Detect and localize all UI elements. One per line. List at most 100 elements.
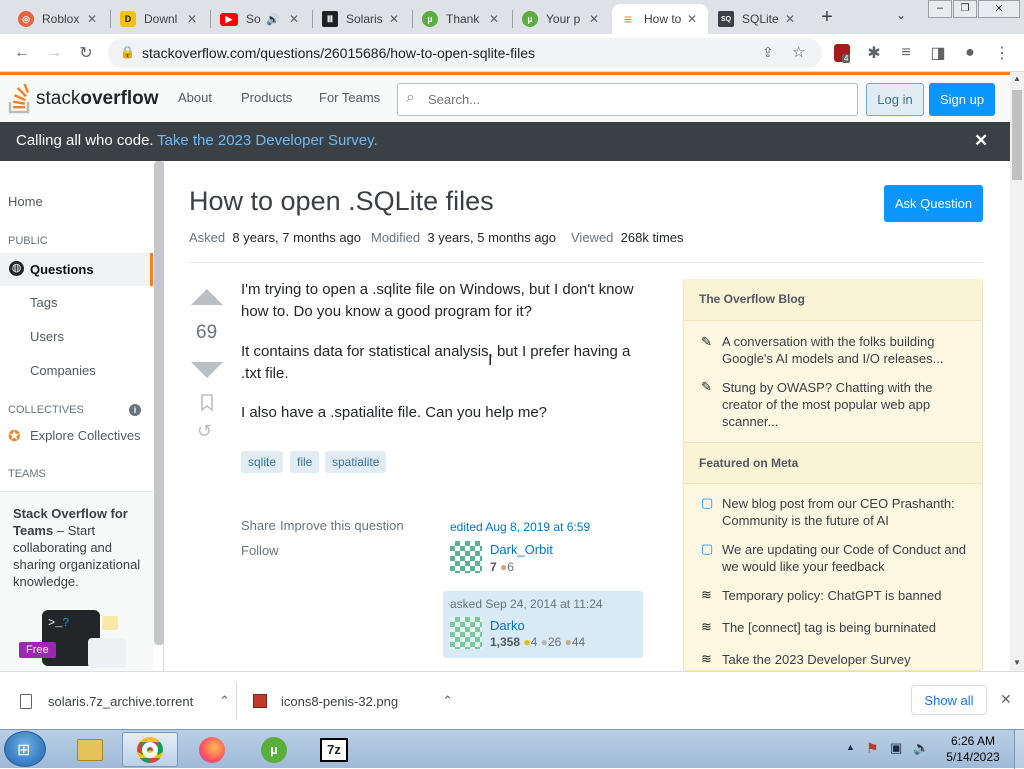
signup-button[interactable]: Sign up (929, 83, 995, 116)
follow-link[interactable]: Follow (241, 543, 279, 558)
question-title[interactable]: How to open .SQLite files (189, 186, 494, 217)
tab-search-icon[interactable]: ⌄ (896, 8, 906, 22)
extensions-puzzle-icon[interactable]: ✱ (862, 41, 886, 65)
share-link[interactable]: Share (241, 518, 276, 533)
close-tab-icon[interactable]: ✕ (184, 12, 200, 26)
taskbar-firefox[interactable] (184, 732, 240, 767)
show-all-button[interactable]: Show all (911, 685, 987, 715)
system-clock[interactable]: 6:26 AM 5/14/2023 (936, 733, 1010, 765)
close-tab-icon[interactable]: ✕ (84, 12, 100, 26)
taskbar-7zip[interactable]: 7z (306, 732, 362, 767)
new-tab-button[interactable]: + (816, 6, 838, 28)
close-banner-icon[interactable]: ✕ (974, 131, 988, 151)
page-scrollbar[interactable]: ▲ ▼ (1010, 72, 1024, 671)
sidebar-item-users[interactable]: Users (30, 329, 64, 344)
reload-icon[interactable]: ↻ (74, 41, 98, 65)
chevron-up-icon[interactable]: ⌃ (219, 693, 230, 709)
tab-thank[interactable]: µ Thank ✕ (414, 4, 510, 34)
side-panel-icon[interactable]: ◨ (926, 41, 950, 65)
download-item[interactable]: icons8-penis-32.png ⌃ (253, 672, 453, 730)
sidebar-item-companies[interactable]: Companies (30, 363, 96, 378)
taskbar-chrome[interactable] (122, 732, 178, 767)
meta-item[interactable]: We are updating our Code of Conduct and … (722, 541, 967, 575)
meta-item[interactable]: New blog post from our CEO Prashanth: Co… (722, 495, 967, 529)
share-icon[interactable]: ⇪ (762, 44, 774, 61)
close-window-button[interactable]: ✕ (978, 0, 1020, 18)
bookmark-star-icon[interactable]: ☆ (792, 43, 805, 61)
scroll-up-icon[interactable]: ▲ (1013, 74, 1021, 83)
volume-icon[interactable]: 🔈 (913, 740, 929, 756)
close-tab-icon[interactable]: ✕ (486, 12, 502, 26)
profile-avatar-icon[interactable]: ● (958, 41, 982, 65)
tab-how-to[interactable]: ≡ How to ✕ (612, 4, 708, 34)
forward-icon[interactable]: → (42, 41, 66, 65)
meta-item[interactable]: The [connect] tag is being burninated (722, 619, 967, 636)
sidebar-item-home[interactable]: Home (8, 194, 43, 209)
address-bar[interactable]: 🔒 stackoverflow.com/questions/26015686/h… (108, 38, 822, 68)
tab-sqlite[interactable]: SQ SQLite ✕ (710, 4, 806, 34)
nav-about[interactable]: About (178, 90, 212, 105)
bookmark-icon[interactable] (200, 394, 214, 412)
banner-survey-link[interactable]: Take the 2023 Developer Survey. (157, 132, 378, 149)
ublock-extension-icon[interactable]: 4 (834, 44, 851, 63)
so-logo[interactable]: stack overflow (8, 83, 158, 115)
nav-products[interactable]: Products (241, 90, 292, 105)
ask-question-button[interactable]: Ask Question (884, 185, 983, 222)
login-button[interactable]: Log in (866, 83, 924, 116)
speaker-icon[interactable]: 🔊 (266, 13, 280, 26)
tab-download[interactable]: D Downl ✕ (112, 4, 208, 34)
close-tab-icon[interactable]: ✕ (684, 12, 700, 26)
close-tab-icon[interactable]: ✕ (586, 12, 602, 26)
close-tab-icon[interactable]: ✕ (286, 12, 302, 26)
minimize-button[interactable]: – (928, 0, 952, 18)
sidebar-item-explore-collectives[interactable]: Explore Collectives (30, 428, 141, 443)
taskbar-utorrent[interactable]: µ (246, 732, 302, 767)
info-icon[interactable]: i (129, 404, 141, 416)
taskbar-explorer[interactable] (62, 732, 118, 767)
meta-item[interactable]: Temporary policy: ChatGPT is banned (722, 587, 967, 604)
tab-roblox[interactable]: ◎ Roblox ✕ (10, 4, 108, 34)
sidebar-scrollbar[interactable] (154, 161, 164, 645)
tab-your[interactable]: µ Your p ✕ (514, 4, 610, 34)
blog-item[interactable]: A conversation with the folks building G… (722, 333, 967, 367)
asker-avatar[interactable] (450, 617, 482, 649)
close-tab-icon[interactable]: ✕ (782, 12, 798, 26)
action-center-flag-icon[interactable]: ⚑ (866, 740, 879, 757)
blog-item[interactable]: Stung by OWASP? Chatting with the creato… (722, 379, 967, 430)
tag-spatialite[interactable]: spatialite (325, 451, 387, 473)
meta-item[interactable]: Take the 2023 Developer Survey (722, 651, 967, 668)
edited-timestamp[interactable]: edited Aug 8, 2019 at 6:59 (450, 520, 590, 534)
editor-username[interactable]: Dark_Orbit (490, 542, 553, 557)
close-tab-icon[interactable]: ✕ (386, 12, 402, 26)
downvote-icon[interactable] (191, 362, 223, 378)
upvote-icon[interactable] (191, 289, 223, 305)
editor-avatar[interactable] (450, 541, 482, 573)
search-box[interactable]: ⌕ (397, 83, 858, 116)
tab-youtube[interactable]: ▶ So 🔊 ✕ (212, 4, 310, 34)
asker-username[interactable]: Darko (490, 618, 525, 633)
close-downloads-icon[interactable]: ✕ (1000, 691, 1012, 708)
sidebar-item-tags[interactable]: Tags (30, 295, 57, 310)
history-icon[interactable]: ↺ (197, 421, 212, 442)
show-desktop-button[interactable] (1014, 730, 1024, 769)
tag-file[interactable]: file (290, 451, 320, 473)
media-queue-icon[interactable]: ≡ (894, 41, 918, 65)
restore-button[interactable]: ❐ (953, 0, 977, 18)
file-icon (20, 693, 32, 709)
nav-for-teams[interactable]: For Teams (319, 90, 380, 105)
download-item[interactable]: solaris.7z_archive.torrent ⌃ (20, 672, 230, 730)
search-input[interactable] (428, 92, 828, 107)
asker-card: asked Sep 24, 2014 at 11:24 Darko 1,358 … (443, 591, 643, 658)
chevron-up-icon[interactable]: ⌃ (442, 693, 453, 709)
show-hidden-icons[interactable]: ▲ (846, 742, 855, 752)
improve-question-link[interactable]: Improve this question (280, 518, 404, 533)
menu-kebab-icon[interactable]: ⋮ (990, 41, 1014, 65)
back-icon[interactable]: ← (10, 41, 34, 65)
scrollbar-thumb[interactable] (1012, 90, 1022, 180)
start-button[interactable]: ⊞ (4, 731, 46, 767)
tag-sqlite[interactable]: sqlite (241, 451, 284, 473)
network-icon[interactable]: ▣ (890, 740, 902, 756)
tab-solaris[interactable]: Ⅲ Solaris ✕ (314, 4, 410, 34)
sidebar-item-questions[interactable]: ◍ Questions (0, 253, 153, 286)
scroll-down-icon[interactable]: ▼ (1013, 658, 1021, 667)
